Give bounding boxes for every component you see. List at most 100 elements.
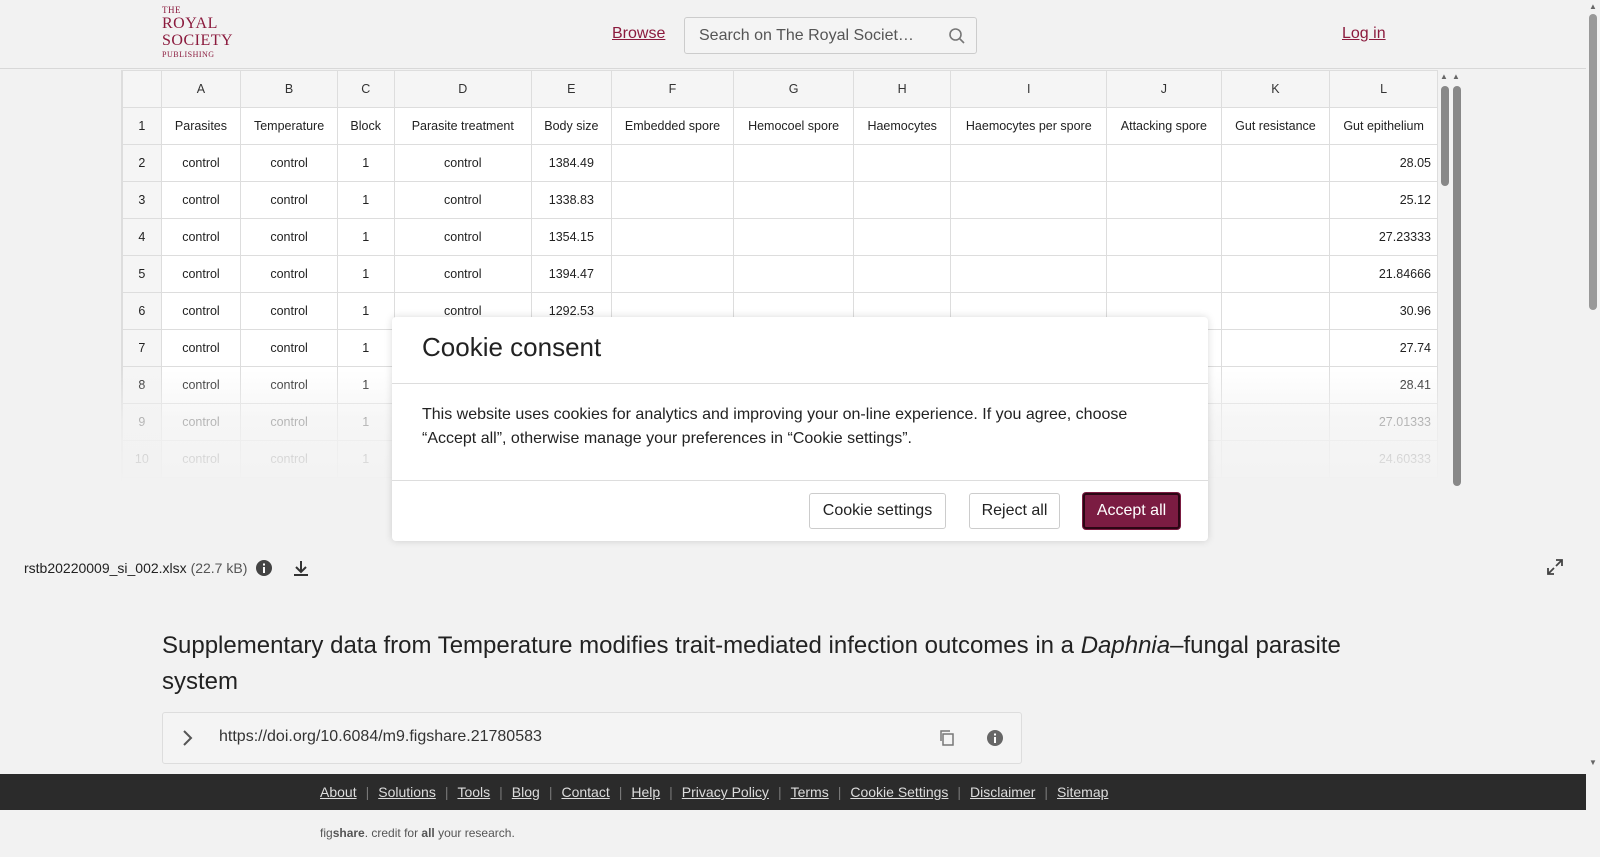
table-cell[interactable] — [1220, 292, 1331, 330]
footer-link-disclaimer[interactable]: Disclaimer — [970, 784, 1035, 800]
table-cell[interactable]: control — [160, 144, 242, 182]
table-cell[interactable] — [1106, 144, 1222, 182]
table-cell[interactable]: control — [393, 144, 533, 182]
table-cell[interactable]: 21.84666 — [1329, 255, 1438, 293]
table-cell[interactable]: 30.96 — [1329, 292, 1438, 330]
table-cell[interactable]: control — [393, 218, 533, 256]
reject-all-button[interactable]: Reject all — [969, 493, 1060, 529]
table-cell[interactable]: control — [160, 181, 242, 219]
table-cell[interactable] — [950, 218, 1108, 256]
table-cell[interactable]: control — [160, 255, 242, 293]
table-cell[interactable]: 1354.15 — [531, 218, 612, 256]
cookie-settings-button[interactable]: Cookie settings — [809, 493, 946, 529]
table-cell[interactable]: Hemocoel spore — [733, 107, 854, 145]
table-cell[interactable] — [852, 218, 952, 256]
copy-icon[interactable] — [938, 729, 956, 747]
info-icon[interactable] — [986, 729, 1004, 747]
footer-link-cookie-settings[interactable]: Cookie Settings — [850, 784, 948, 800]
table-cell[interactable]: 1 — [336, 255, 395, 293]
table-cell[interactable]: control — [160, 218, 242, 256]
table-cell[interactable]: control — [240, 218, 338, 256]
doi-link[interactable]: https://doi.org/10.6084/m9.figshare.2178… — [219, 728, 542, 746]
table-cell[interactable] — [1106, 255, 1222, 293]
table-cell[interactable]: 27.74 — [1329, 329, 1438, 367]
table-cell[interactable]: 1 — [336, 292, 395, 330]
scroll-up-icon[interactable]: ▲ — [1589, 2, 1597, 11]
table-cell[interactable]: 1394.47 — [531, 255, 612, 293]
download-icon[interactable] — [292, 559, 310, 577]
royal-society-logo[interactable]: THE ROYAL SOCIETY PUBLISHING — [162, 6, 246, 64]
table-cell[interactable]: 1 — [336, 218, 395, 256]
table-cell[interactable]: 1 — [336, 181, 395, 219]
table-cell[interactable] — [950, 181, 1108, 219]
table-cell[interactable]: Parasites — [160, 107, 242, 145]
footer-link-solutions[interactable]: Solutions — [378, 784, 436, 800]
footer-link-tools[interactable]: Tools — [457, 784, 490, 800]
table-cell[interactable]: Gut resistance — [1220, 107, 1331, 145]
login-link[interactable]: Log in — [1342, 25, 1386, 43]
table-cell[interactable] — [1106, 218, 1222, 256]
table-cell[interactable]: control — [240, 329, 338, 367]
table-cell[interactable] — [610, 218, 735, 256]
table-cell[interactable] — [733, 144, 854, 182]
table-cell[interactable]: control — [160, 329, 242, 367]
table-cell[interactable]: 1338.83 — [531, 181, 612, 219]
table-cell[interactable]: 25.12 — [1329, 181, 1438, 219]
table-cell[interactable]: Gut epithelium — [1329, 107, 1438, 145]
table-cell[interactable] — [610, 181, 735, 219]
table-cell[interactable]: Attacking spore — [1106, 107, 1222, 145]
search-icon[interactable] — [948, 27, 966, 45]
page-scrollbar[interactable]: ▲ ▼ — [1586, 0, 1600, 857]
table-cell[interactable] — [610, 255, 735, 293]
footer-link-terms[interactable]: Terms — [791, 784, 829, 800]
table-cell[interactable] — [610, 144, 735, 182]
table-cell[interactable]: control — [160, 292, 242, 330]
scrollbar-thumb[interactable] — [1589, 14, 1597, 310]
table-cell[interactable] — [852, 181, 952, 219]
footer-link-sitemap[interactable]: Sitemap — [1057, 784, 1108, 800]
footer-link-help[interactable]: Help — [631, 784, 660, 800]
table-cell[interactable] — [1220, 329, 1331, 367]
table-cell[interactable]: control — [393, 181, 533, 219]
table-cell[interactable]: Temperature — [240, 107, 338, 145]
table-cell[interactable] — [733, 255, 854, 293]
search-input[interactable]: Search on The Royal Societ… — [684, 17, 977, 54]
fullscreen-icon[interactable] — [1547, 559, 1563, 575]
table-cell[interactable]: Haemocytes per spore — [950, 107, 1108, 145]
browse-link[interactable]: Browse — [612, 25, 665, 43]
scroll-down-icon[interactable]: ▼ — [1589, 758, 1597, 767]
scrollbar-thumb[interactable] — [1453, 86, 1461, 486]
table-cell[interactable]: 1 — [336, 144, 395, 182]
table-cell[interactable] — [1220, 255, 1331, 293]
table-cell[interactable] — [950, 255, 1108, 293]
table-cell[interactable] — [1220, 218, 1331, 256]
footer-link-blog[interactable]: Blog — [512, 784, 540, 800]
scroll-up-icon[interactable]: ▲ — [1440, 72, 1448, 81]
table-cell[interactable]: 1384.49 — [531, 144, 612, 182]
table-cell[interactable]: Parasite treatment — [393, 107, 533, 145]
table-cell[interactable] — [950, 144, 1108, 182]
table-cell[interactable]: 27.23333 — [1329, 218, 1438, 256]
table-cell[interactable]: 28.05 — [1329, 144, 1438, 182]
table-cell[interactable] — [852, 255, 952, 293]
spreadsheet-scrollbar[interactable]: ▲ ▲ — [1438, 70, 1466, 490]
table-cell[interactable] — [1106, 181, 1222, 219]
table-cell[interactable]: Haemocytes — [852, 107, 952, 145]
footer-link-about[interactable]: About — [320, 784, 357, 800]
table-cell[interactable]: Body size — [531, 107, 612, 145]
table-cell[interactable]: control — [240, 292, 338, 330]
table-cell[interactable] — [1220, 181, 1331, 219]
table-cell[interactable]: Embedded spore — [610, 107, 735, 145]
table-cell[interactable]: control — [240, 255, 338, 293]
scrollbar-thumb[interactable] — [1441, 86, 1449, 186]
info-icon[interactable] — [255, 559, 273, 577]
accept-all-button[interactable]: Accept all — [1083, 493, 1180, 529]
footer-link-contact[interactable]: Contact — [561, 784, 609, 800]
footer-link-privacy-policy[interactable]: Privacy Policy — [682, 784, 769, 800]
table-cell[interactable] — [1220, 144, 1331, 182]
table-cell[interactable] — [852, 144, 952, 182]
table-cell[interactable]: 1 — [336, 329, 395, 367]
table-cell[interactable]: control — [240, 181, 338, 219]
table-cell[interactable] — [733, 181, 854, 219]
table-cell[interactable]: Block — [336, 107, 395, 145]
